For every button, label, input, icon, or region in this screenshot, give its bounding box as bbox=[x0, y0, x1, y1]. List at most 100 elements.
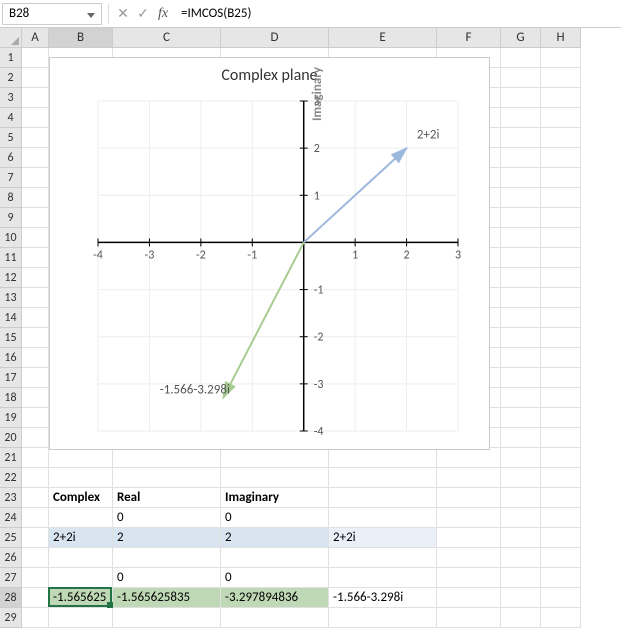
cancel-icon[interactable]: ✕ bbox=[113, 4, 133, 24]
cell-B29[interactable] bbox=[49, 608, 113, 628]
cell-B27[interactable] bbox=[49, 568, 113, 588]
cell-D25[interactable]: 2 bbox=[221, 528, 329, 548]
row-head-23[interactable]: 23 bbox=[0, 488, 22, 508]
row-head-26[interactable]: 26 bbox=[0, 548, 22, 568]
cell-H16[interactable] bbox=[541, 348, 581, 368]
row-head-1[interactable]: 1 bbox=[0, 48, 22, 68]
cell-A29[interactable] bbox=[22, 608, 49, 628]
row-head-19[interactable]: 19 bbox=[0, 408, 22, 428]
col-head-E[interactable]: E bbox=[329, 28, 437, 48]
cell-H15[interactable] bbox=[541, 328, 581, 348]
cell-G20[interactable] bbox=[501, 428, 541, 448]
cell-B25[interactable]: 2+2i bbox=[49, 528, 113, 548]
cell-A18[interactable] bbox=[22, 388, 49, 408]
cell-G3[interactable] bbox=[501, 88, 541, 108]
row-head-9[interactable]: 9 bbox=[0, 208, 22, 228]
row-head-13[interactable]: 13 bbox=[0, 288, 22, 308]
cell-G18[interactable] bbox=[501, 388, 541, 408]
select-all-corner[interactable] bbox=[0, 28, 22, 48]
cell-C21[interactable] bbox=[113, 448, 221, 468]
row-head-7[interactable]: 7 bbox=[0, 168, 22, 188]
cell-G4[interactable] bbox=[501, 108, 541, 128]
cell-G11[interactable] bbox=[501, 248, 541, 268]
cell-G14[interactable] bbox=[501, 308, 541, 328]
cell-E22[interactable] bbox=[329, 468, 437, 488]
cell-D21[interactable] bbox=[221, 448, 329, 468]
cell-C29[interactable] bbox=[113, 608, 221, 628]
cell-D28[interactable]: -3.297894836 bbox=[221, 588, 329, 608]
cell-G26[interactable] bbox=[501, 548, 541, 568]
name-box[interactable]: B28 bbox=[2, 3, 102, 25]
cell-G13[interactable] bbox=[501, 288, 541, 308]
row-head-11[interactable]: 11 bbox=[0, 248, 22, 268]
col-head-F[interactable]: F bbox=[437, 28, 501, 48]
cell-A27[interactable] bbox=[22, 568, 49, 588]
row-head-20[interactable]: 20 bbox=[0, 428, 22, 448]
cell-H19[interactable] bbox=[541, 408, 581, 428]
cell-F23[interactable] bbox=[437, 488, 501, 508]
cell-A25[interactable] bbox=[22, 528, 49, 548]
cell-G29[interactable] bbox=[501, 608, 541, 628]
cell-A3[interactable] bbox=[22, 88, 49, 108]
cell-H21[interactable] bbox=[541, 448, 581, 468]
cell-A20[interactable] bbox=[22, 428, 49, 448]
row-head-22[interactable]: 22 bbox=[0, 468, 22, 488]
row-head-27[interactable]: 27 bbox=[0, 568, 22, 588]
cell-A5[interactable] bbox=[22, 128, 49, 148]
cell-A22[interactable] bbox=[22, 468, 49, 488]
cell-A4[interactable] bbox=[22, 108, 49, 128]
row-head-5[interactable]: 5 bbox=[0, 128, 22, 148]
cell-A10[interactable] bbox=[22, 228, 49, 248]
cell-B24[interactable] bbox=[49, 508, 113, 528]
cell-C25[interactable]: 2 bbox=[113, 528, 221, 548]
cell-G2[interactable] bbox=[501, 68, 541, 88]
cell-A26[interactable] bbox=[22, 548, 49, 568]
cell-A21[interactable] bbox=[22, 448, 49, 468]
cell-B21[interactable] bbox=[49, 448, 113, 468]
cell-C26[interactable] bbox=[113, 548, 221, 568]
cell-C23[interactable]: Real bbox=[113, 488, 221, 508]
cell-H12[interactable] bbox=[541, 268, 581, 288]
cell-H5[interactable] bbox=[541, 128, 581, 148]
cell-F24[interactable] bbox=[437, 508, 501, 528]
cell-E27[interactable] bbox=[329, 568, 437, 588]
cell-E26[interactable] bbox=[329, 548, 437, 568]
cell-H2[interactable] bbox=[541, 68, 581, 88]
col-head-B[interactable]: B bbox=[49, 28, 113, 48]
cell-G10[interactable] bbox=[501, 228, 541, 248]
cell-G12[interactable] bbox=[501, 268, 541, 288]
cell-A23[interactable] bbox=[22, 488, 49, 508]
row-head-17[interactable]: 17 bbox=[0, 368, 22, 388]
cell-A1[interactable] bbox=[22, 48, 49, 68]
cell-F28[interactable] bbox=[437, 588, 501, 608]
cell-E25[interactable]: 2+2i bbox=[329, 528, 437, 548]
col-head-H[interactable]: H bbox=[541, 28, 581, 48]
cell-E21[interactable] bbox=[329, 448, 437, 468]
cell-B22[interactable] bbox=[49, 468, 113, 488]
cell-G22[interactable] bbox=[501, 468, 541, 488]
cell-A14[interactable] bbox=[22, 308, 49, 328]
cell-D23[interactable]: Imaginary bbox=[221, 488, 329, 508]
cell-H11[interactable] bbox=[541, 248, 581, 268]
cell-G1[interactable] bbox=[501, 48, 541, 68]
cell-G21[interactable] bbox=[501, 448, 541, 468]
row-head-12[interactable]: 12 bbox=[0, 268, 22, 288]
row-head-21[interactable]: 21 bbox=[0, 448, 22, 468]
cell-E28[interactable]: -1.566-3.298i bbox=[329, 588, 437, 608]
cell-G27[interactable] bbox=[501, 568, 541, 588]
cell-A15[interactable] bbox=[22, 328, 49, 348]
cell-A24[interactable] bbox=[22, 508, 49, 528]
cell-H17[interactable] bbox=[541, 368, 581, 388]
cell-H9[interactable] bbox=[541, 208, 581, 228]
cell-A19[interactable] bbox=[22, 408, 49, 428]
cell-A7[interactable] bbox=[22, 168, 49, 188]
row-head-28[interactable]: 28 bbox=[0, 588, 22, 608]
cell-H4[interactable] bbox=[541, 108, 581, 128]
cell-C24[interactable]: 0 bbox=[113, 508, 221, 528]
cell-A2[interactable] bbox=[22, 68, 49, 88]
cell-D27[interactable]: 0 bbox=[221, 568, 329, 588]
row-head-6[interactable]: 6 bbox=[0, 148, 22, 168]
cell-A9[interactable] bbox=[22, 208, 49, 228]
cell-C22[interactable] bbox=[113, 468, 221, 488]
cell-H8[interactable] bbox=[541, 188, 581, 208]
